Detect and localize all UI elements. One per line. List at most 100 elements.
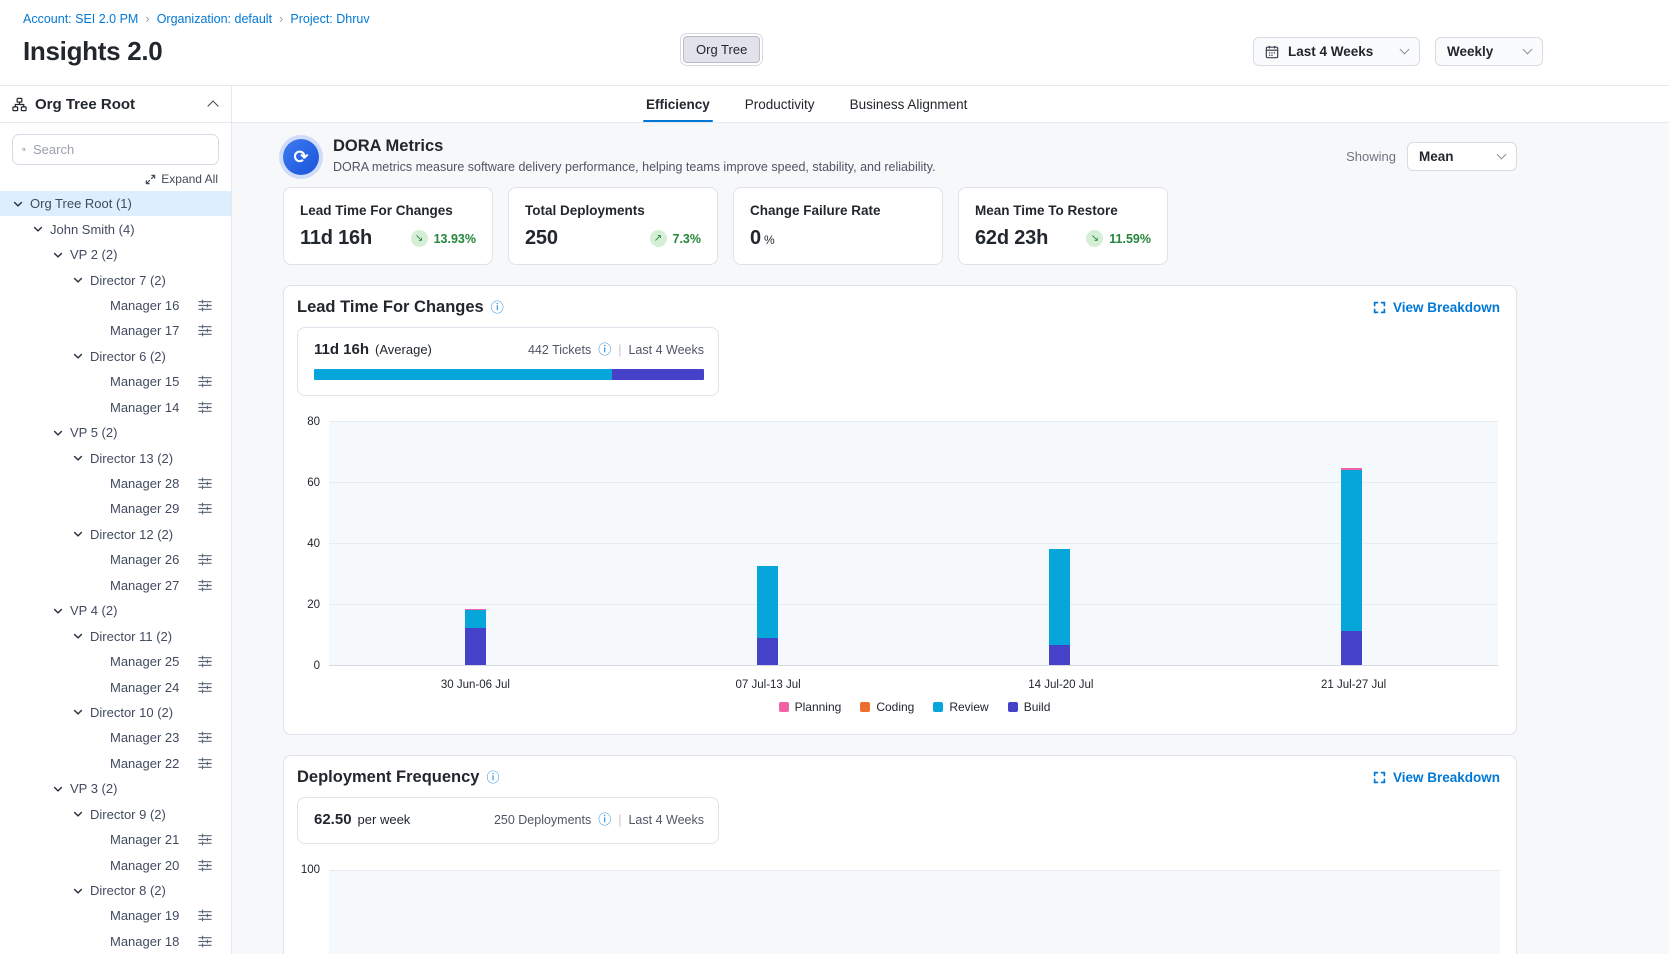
chevron-down-icon[interactable] [72, 706, 84, 718]
chevron-down-icon[interactable] [12, 198, 24, 210]
filters-icon[interactable] [198, 324, 212, 337]
filters-icon[interactable] [198, 935, 212, 948]
tree-row[interactable]: Director 6 (2) [0, 344, 231, 369]
org-tree-toggle-wrap: Org Tree [680, 33, 763, 66]
breadcrumb-link[interactable]: Project: Dhruv [290, 12, 369, 26]
tab-productivity[interactable]: Productivity [744, 97, 816, 122]
tree-row[interactable]: Manager 28 [0, 471, 231, 496]
legend-item-review[interactable]: Review [933, 700, 988, 714]
sidebar-header[interactable]: Org Tree Root [0, 86, 231, 123]
legend-item-coding[interactable]: Coding [860, 700, 914, 714]
tree-row[interactable]: Org Tree Root (1) [0, 191, 231, 216]
filters-icon[interactable] [198, 375, 212, 388]
filters-icon[interactable] [198, 477, 212, 490]
stacked-bar[interactable] [1049, 549, 1070, 665]
collapse-chevron-up-icon[interactable] [207, 100, 218, 111]
deployment-view-breakdown-link[interactable]: View Breakdown [1373, 770, 1500, 785]
info-icon[interactable]: ⓘ [491, 301, 504, 314]
filters-icon[interactable] [198, 833, 212, 846]
tree-row[interactable]: Manager 15 [0, 369, 231, 394]
tree-row[interactable]: Manager 14 [0, 395, 231, 420]
stacked-bar[interactable] [757, 566, 778, 665]
filters-icon[interactable] [198, 553, 212, 566]
tree-row[interactable]: Director 12 (2) [0, 522, 231, 547]
tree-row[interactable]: Manager 26 [0, 547, 231, 572]
lead-time-chart: 020406080 [297, 422, 1500, 666]
tree-row[interactable]: Manager 23 [0, 725, 231, 750]
org-tree-button[interactable]: Org Tree [683, 36, 760, 63]
tree-row[interactable]: Director 10 (2) [0, 700, 231, 725]
filters-icon[interactable] [198, 401, 212, 414]
tree-row[interactable]: Manager 19 [0, 903, 231, 928]
tree-row[interactable]: VP 3 (2) [0, 776, 231, 801]
expand-all-button[interactable]: Expand All [13, 172, 218, 186]
sidebar-title: Org Tree Root [35, 96, 201, 113]
search-input[interactable] [33, 142, 209, 157]
chevron-down-icon[interactable] [72, 528, 84, 540]
granularity-select[interactable]: Weekly [1435, 37, 1543, 66]
tree-row[interactable]: Manager 24 [0, 674, 231, 699]
legend-item-build[interactable]: Build [1008, 700, 1051, 714]
chevron-down-icon[interactable] [52, 249, 64, 261]
filters-icon[interactable] [198, 757, 212, 770]
tree-row[interactable]: Manager 29 [0, 496, 231, 521]
breadcrumb-link[interactable]: Account: SEI 2.0 PM [23, 12, 138, 26]
filters-icon[interactable] [198, 502, 212, 515]
tree-row[interactable]: Director 7 (2) [0, 267, 231, 292]
chevron-down-icon[interactable] [52, 605, 64, 617]
tree-row[interactable]: Manager 17 [0, 318, 231, 343]
stacked-bar[interactable] [1341, 468, 1362, 665]
filters-icon[interactable] [198, 731, 212, 744]
chevron-down-icon[interactable] [72, 350, 84, 362]
date-range-select[interactable]: Last 4 Weeks [1253, 37, 1420, 66]
filters-icon[interactable] [198, 859, 212, 872]
breadcrumb-link[interactable]: Organization: default [157, 12, 272, 26]
tree-row[interactable]: VP 5 (2) [0, 420, 231, 445]
x-tick-label: 14 Jul-20 Jul [1028, 679, 1093, 691]
tree-row[interactable]: Manager 20 [0, 852, 231, 877]
filters-icon[interactable] [198, 579, 212, 592]
tree-row[interactable]: VP 4 (2) [0, 598, 231, 623]
content-scroll[interactable]: ⟳ DORA Metrics DORA metrics measure soft… [232, 123, 1669, 954]
chevron-down-icon[interactable] [72, 452, 84, 464]
filters-icon[interactable] [198, 655, 212, 668]
tree-item-label: Director 9 (2) [90, 807, 166, 822]
info-icon[interactable]: ⓘ [598, 813, 611, 826]
tree-row[interactable]: Manager 25 [0, 649, 231, 674]
chevron-down-icon[interactable] [32, 223, 44, 235]
filters-icon[interactable] [198, 299, 212, 312]
metric-card: Total Deployments250↗7.3% [508, 187, 718, 265]
chevron-down-icon[interactable] [72, 630, 84, 642]
tab-business-alignment[interactable]: Business Alignment [849, 97, 969, 122]
bar-segment-build [1049, 645, 1070, 665]
tree-item-label: Manager 24 [110, 680, 179, 695]
tab-efficiency[interactable]: Efficiency [645, 97, 711, 122]
filters-icon[interactable] [198, 681, 212, 694]
chevron-down-icon[interactable] [52, 427, 64, 439]
tree-row[interactable]: Manager 27 [0, 573, 231, 598]
legend-swatch [779, 702, 789, 712]
chevron-down-icon[interactable] [52, 783, 64, 795]
stacked-bar[interactable] [465, 609, 486, 665]
chevron-down-icon[interactable] [72, 274, 84, 286]
tree-row[interactable]: Director 13 (2) [0, 445, 231, 470]
chevron-down-icon[interactable] [72, 885, 84, 897]
tree-row[interactable]: Manager 22 [0, 751, 231, 776]
tree-row[interactable]: Manager 18 [0, 929, 231, 954]
trend-down-icon: ↘ [1086, 230, 1103, 247]
lead-time-view-breakdown-link[interactable]: View Breakdown [1373, 300, 1500, 315]
tree-row[interactable]: John Smith (4) [0, 216, 231, 241]
tree-row[interactable]: Director 11 (2) [0, 623, 231, 648]
showing-select[interactable]: Mean [1407, 142, 1517, 171]
chevron-down-icon[interactable] [72, 808, 84, 820]
tree-row[interactable]: Manager 21 [0, 827, 231, 852]
filters-icon[interactable] [198, 909, 212, 922]
tree-row[interactable]: VP 2 (2) [0, 242, 231, 267]
legend-item-planning[interactable]: Planning [779, 700, 842, 714]
tree-row[interactable]: Manager 16 [0, 293, 231, 318]
info-icon[interactable]: ⓘ [598, 343, 611, 356]
info-icon[interactable]: ⓘ [486, 771, 499, 784]
tree-item-label: Manager 17 [110, 323, 179, 338]
tree-row[interactable]: Director 9 (2) [0, 802, 231, 827]
tree-row[interactable]: Director 8 (2) [0, 878, 231, 903]
